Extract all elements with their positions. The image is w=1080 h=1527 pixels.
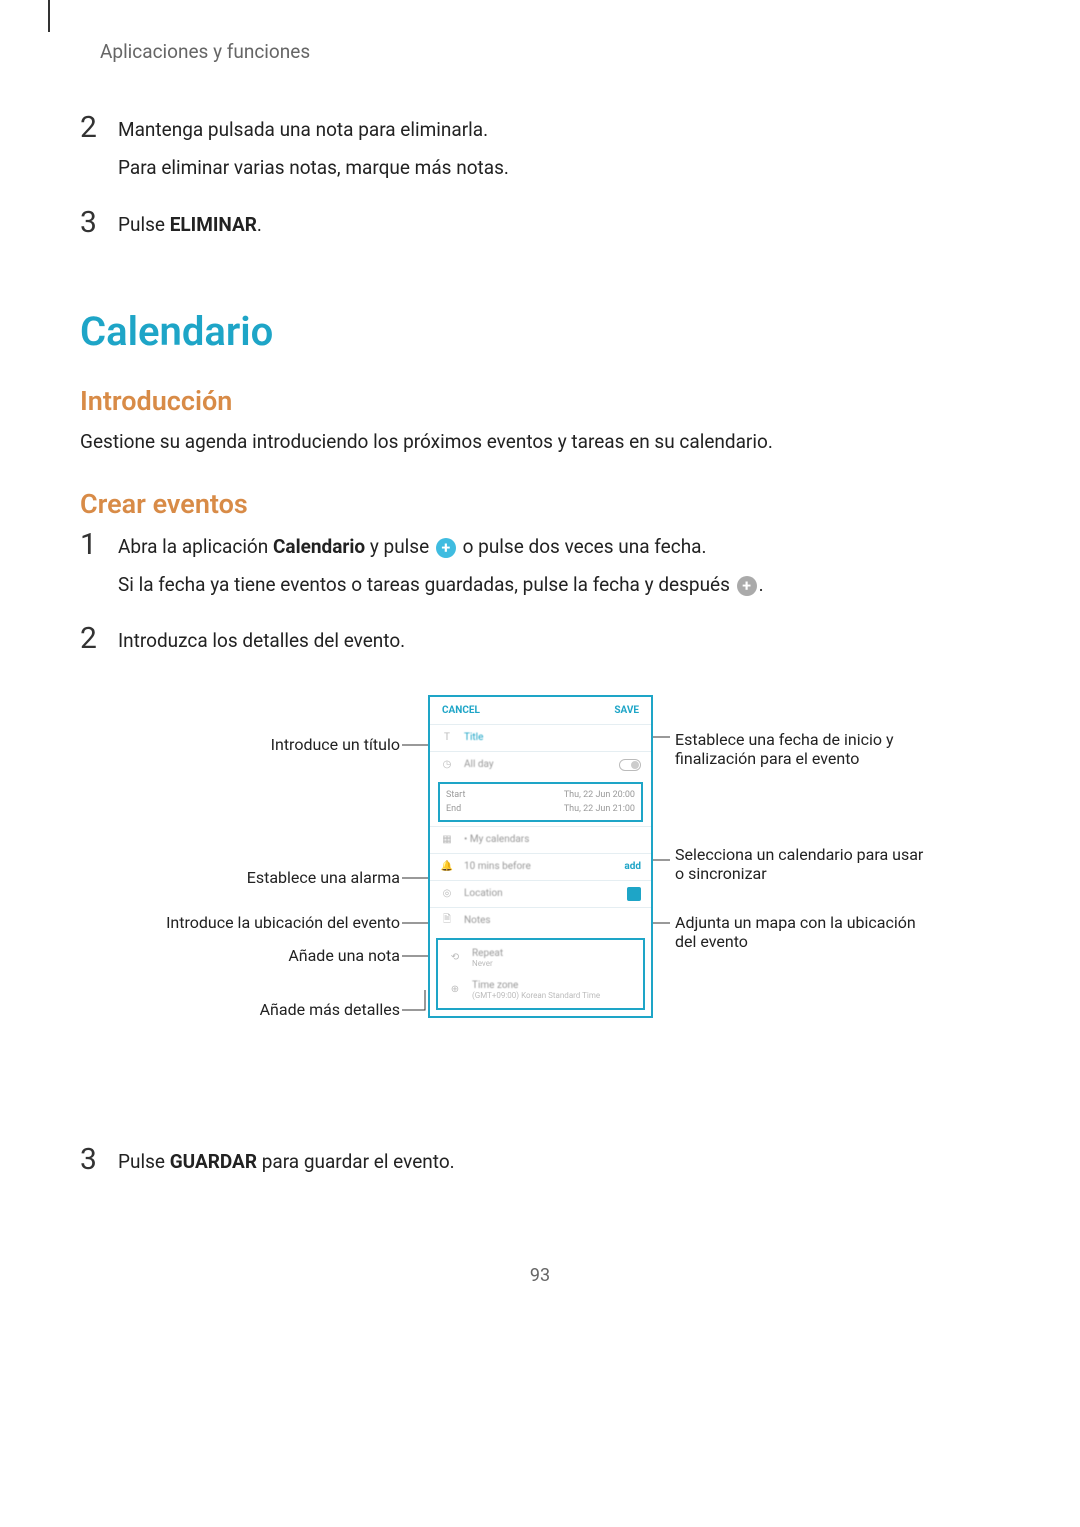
repeat-value: Never [472, 959, 633, 968]
end-value: Thu, 22 Jun 21:00 [564, 804, 635, 814]
date-range-box[interactable]: Start Thu, 22 Jun 20:00 End Thu, 22 Jun 21… [438, 782, 643, 822]
annotation-location: Introduce la ubicación del evento [150, 913, 400, 932]
step-item: 3 Pulse ELIMINAR. [80, 208, 1000, 248]
step-body: Pulse ELIMINAR. [118, 208, 262, 248]
annotation-title: Introduce un título [150, 735, 400, 754]
annotation-calendar: Selecciona un calendario para usar o sin… [675, 845, 925, 883]
more-details-box: ⟲ Repeat Never ⊕ Time zone (GMT+09:00) K… [436, 938, 645, 1010]
step-item: 1 Abra la aplicación Calendario y pulse … [80, 530, 1000, 609]
annotation-dates: Establece una fecha de inicio y finaliza… [675, 730, 925, 768]
step-number: 3 [80, 1145, 100, 1185]
plus-icon: + [737, 576, 757, 596]
plus-icon: + [436, 538, 456, 558]
title-row[interactable]: T Title [430, 724, 651, 751]
heading-calendar: Calendario [80, 308, 1000, 355]
step-text: Para eliminar varias notas, marque más n… [118, 153, 509, 183]
end-label: End [446, 804, 461, 814]
start-label: Start [446, 790, 465, 800]
annotation-more: Añade más detalles [150, 1000, 400, 1019]
step-text: Si la fecha ya tiene eventos o tareas gu… [118, 570, 764, 600]
globe-icon: ⊕ [448, 983, 462, 997]
location-input[interactable]: Location [464, 888, 617, 899]
step-body: Mantenga pulsada una nota para eliminarl… [118, 113, 509, 192]
pin-icon: ◎ [440, 887, 454, 901]
repeat-icon: ⟲ [448, 951, 462, 965]
phone-screenshot: CANCEL SAVE T Title ◷ All day Start Thu, … [428, 695, 653, 1018]
step-text: Pulse ELIMINAR. [118, 210, 262, 240]
page-number: 93 [80, 1265, 1000, 1286]
calendar-value: • My calendars [464, 834, 641, 845]
heading-create-events: Crear eventos [80, 488, 1000, 520]
notes-input[interactable]: Notes [464, 915, 641, 926]
allday-label: All day [464, 759, 609, 770]
annotation-note: Añade una nota [150, 946, 400, 965]
allday-toggle[interactable] [619, 759, 641, 771]
bell-icon: 🔔 [440, 860, 454, 874]
step-item: 2 Mantenga pulsada una nota para elimina… [80, 113, 1000, 192]
annotation-alarm: Establece una alarma [150, 868, 400, 887]
repeat-label: Repeat [472, 948, 633, 959]
save-button[interactable]: SAVE [614, 705, 639, 716]
title-input[interactable]: Title [464, 732, 641, 743]
heading-intro: Introducción [80, 385, 1000, 417]
timezone-label: Time zone [472, 980, 633, 991]
cancel-button[interactable]: CANCEL [442, 705, 480, 716]
step-item: 2 Introduzca los detalles del evento. [80, 624, 1000, 664]
step-text: Pulse GUARDAR para guardar el evento. [118, 1147, 455, 1177]
text-icon: T [440, 731, 454, 745]
step-body: Introduzca los detalles del evento. [118, 624, 405, 664]
timezone-row[interactable]: ⊕ Time zone (GMT+09:00) Korean Standard … [438, 974, 643, 1006]
calendar-icon: ▦ [440, 833, 454, 847]
step-number: 2 [80, 113, 100, 192]
step-body: Pulse GUARDAR para guardar el evento. [118, 1145, 455, 1185]
annotation-map: Adjunta un mapa con la ubicación del eve… [675, 913, 925, 951]
step-number: 1 [80, 530, 100, 609]
calendar-row[interactable]: ▦ • My calendars [430, 826, 651, 853]
start-value: Thu, 22 Jun 20:00 [564, 790, 635, 800]
step-text: Mantenga pulsada una nota para eliminarl… [118, 115, 509, 145]
repeat-row[interactable]: ⟲ Repeat Never [438, 942, 643, 974]
map-icon[interactable] [627, 887, 641, 901]
section-header: Aplicaciones y funciones [100, 40, 1000, 63]
notes-row[interactable]: 🗎 Notes [430, 907, 651, 934]
clock-icon: ◷ [440, 758, 454, 772]
step-text: Abra la aplicación Calendario y pulse + … [118, 532, 764, 562]
step-number: 3 [80, 208, 100, 248]
step-item: 3 Pulse GUARDAR para guardar el evento. [80, 1145, 1000, 1185]
intro-paragraph: Gestione su agenda introduciendo los pró… [80, 427, 1000, 457]
reminder-add[interactable]: add [624, 861, 641, 872]
allday-row[interactable]: ◷ All day [430, 751, 651, 778]
reminder-row[interactable]: 🔔 10 mins before add [430, 853, 651, 880]
reminder-value: 10 mins before [464, 861, 614, 872]
step-number: 2 [80, 624, 100, 664]
timezone-value: (GMT+09:00) Korean Standard Time [472, 991, 633, 1000]
location-row[interactable]: ◎ Location [430, 880, 651, 907]
note-icon: 🗎 [440, 914, 454, 928]
page-margin-rule [48, 0, 50, 32]
step-body: Abra la aplicación Calendario y pulse + … [118, 530, 764, 609]
phone-topbar: CANCEL SAVE [430, 697, 651, 724]
event-editor-mockup: Introduce un título Establece una alarma… [80, 695, 1000, 1095]
step-text: Introduzca los detalles del evento. [118, 626, 405, 656]
